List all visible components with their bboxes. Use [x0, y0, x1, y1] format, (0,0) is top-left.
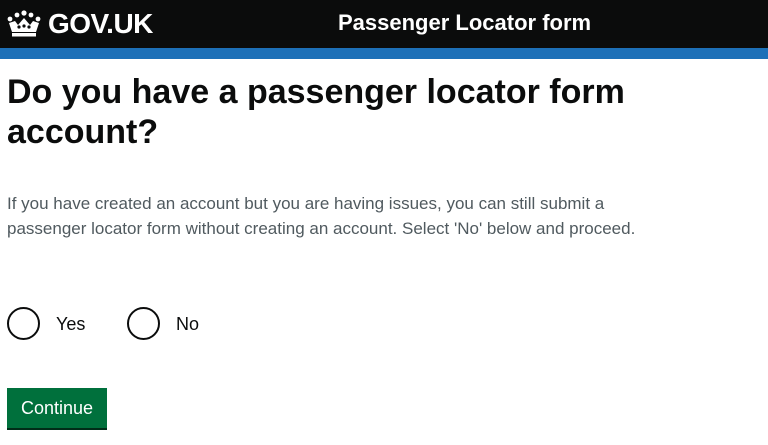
service-name-link[interactable]: Passenger Locator form: [338, 9, 591, 37]
crown-icon: [7, 10, 41, 37]
radio-option-yes[interactable]: Yes: [7, 307, 85, 340]
govuk-logo-link[interactable]: GOV.UK: [6, 8, 153, 40]
hint-text: If you have created an account but you a…: [7, 194, 636, 238]
radio-yes-label[interactable]: Yes: [56, 312, 85, 336]
logo-text: GOV.UK: [48, 8, 153, 39]
header-stripe: [0, 48, 768, 59]
page-title: Do you have a passenger locator form acc…: [7, 73, 625, 151]
site-header: GOV.UK Passenger Locator form: [0, 0, 768, 48]
radio-no-button[interactable]: [127, 307, 160, 340]
continue-button[interactable]: Continue: [7, 388, 108, 428]
radio-no-label[interactable]: No: [176, 312, 199, 336]
radio-option-no[interactable]: No: [127, 307, 199, 340]
radio-yes-button[interactable]: [7, 307, 40, 340]
